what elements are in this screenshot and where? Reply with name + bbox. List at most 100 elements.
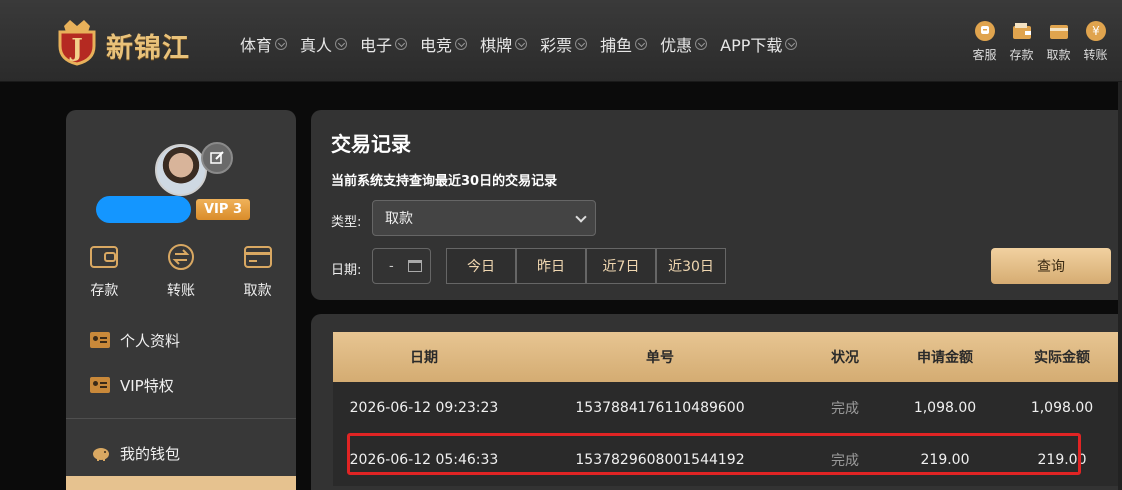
date-range-input[interactable]: -: [372, 248, 431, 284]
nav-item-app-download[interactable]: APP下载: [720, 33, 798, 55]
edit-icon: [210, 151, 224, 164]
withdraw-icon: [1049, 25, 1068, 39]
nav-item-esports[interactable]: 电竞: [420, 33, 468, 55]
sidebar-deposit-button[interactable]: 存款: [66, 242, 143, 300]
deposit-icon: [1012, 23, 1031, 39]
quick-label: 客服: [972, 48, 997, 62]
quick-actions: 客服 存款 取款 ¥ 转账: [966, 20, 1114, 63]
sidebar-withdraw-button[interactable]: 取款: [219, 242, 296, 300]
sidebar-item-label: VIP特权: [120, 376, 174, 395]
nav-label: 真人: [300, 36, 333, 55]
transfer-icon: [168, 244, 194, 270]
chevron-down-icon: [335, 38, 348, 50]
chevron-down-icon: [785, 38, 798, 50]
range-today-button[interactable]: 今日: [446, 248, 516, 284]
sidebar-divider: [66, 418, 296, 419]
customer-service-icon: [974, 21, 995, 41]
range-30days-button[interactable]: 近30日: [656, 248, 726, 284]
piggy-bank-icon: [93, 448, 109, 461]
logo-text: 新锦江: [106, 33, 190, 64]
top-bar: J 新锦江 体育 真人 电子 电竞 棋牌 彩票 捕鱼 优惠 APP下载 客服 存…: [0, 0, 1122, 82]
nav-label: 电竞: [420, 36, 453, 55]
type-label: 类型:: [331, 215, 362, 230]
svg-text:J: J: [69, 33, 82, 62]
nav-item-lottery[interactable]: 彩票: [540, 33, 588, 55]
id-card-icon: [90, 332, 110, 348]
nav-item-sports[interactable]: 体育: [240, 33, 288, 55]
chevron-down-icon: [695, 38, 708, 50]
range-yesterday-button[interactable]: 昨日: [516, 248, 586, 284]
row-highlight-box: [347, 433, 1081, 475]
nav-item-cards[interactable]: 棋牌: [480, 33, 528, 55]
chevron-down-icon: [515, 38, 528, 50]
type-select-value: 取款: [385, 211, 413, 227]
nav-item-live[interactable]: 真人: [300, 33, 348, 55]
sidebar-item-label: 个人资料: [120, 331, 181, 350]
shortcut-label: 取款: [243, 283, 272, 299]
date-range-value: -: [389, 258, 394, 274]
column-header-order: 单号: [646, 350, 674, 366]
site-logo[interactable]: J 新锦江: [52, 14, 222, 70]
chevron-down-icon: [635, 38, 648, 50]
quick-withdraw[interactable]: 取款: [1040, 20, 1077, 63]
sidebar-item-wallet[interactable]: 我的钱包: [90, 441, 180, 465]
sidebar-item-vip[interactable]: VIP特权: [90, 373, 174, 397]
quick-label: 存款: [1009, 48, 1034, 62]
main-nav: 体育 真人 电子 电竞 棋牌 彩票 捕鱼 优惠 APP下载: [240, 33, 810, 55]
nav-label: 棋牌: [480, 36, 513, 55]
sidebar-transfer-button[interactable]: 转账: [143, 242, 220, 300]
table-header: 日期 单号 状况 申请金额 实际金额: [333, 332, 1119, 382]
edit-profile-button[interactable]: [201, 142, 233, 174]
wallet-shortcuts: 存款 转账 取款: [66, 242, 296, 300]
column-header-date: 日期: [410, 350, 438, 366]
sidebar-active-indicator: [66, 476, 296, 490]
cell-date: 2026-06-12 09:23:23: [349, 400, 499, 416]
column-header-requested: 申请金额: [917, 350, 973, 366]
shortcut-label: 存款: [90, 283, 119, 299]
quick-range-buttons: 今日 昨日 近7日 近30日: [446, 248, 726, 284]
cell-actual: 1,098.00: [1030, 400, 1094, 416]
quick-transfer[interactable]: ¥ 转账: [1077, 20, 1114, 63]
id-card-icon: [90, 377, 110, 393]
quick-label: 转账: [1083, 48, 1108, 62]
transfer-icon: ¥: [1085, 21, 1106, 41]
table-row[interactable]: 2026-06-12 09:23:23 1537884176110489600 …: [333, 382, 1119, 434]
nav-item-promotions[interactable]: 优惠: [660, 33, 708, 55]
calendar-icon: [408, 260, 422, 272]
date-label: 日期:: [331, 263, 362, 278]
page-scrollbar[interactable]: [1118, 82, 1122, 490]
chevron-down-icon: [395, 38, 408, 50]
transaction-filter-panel: 交易记录 当前系统支持查询最近30日的交易记录 类型: 取款 日期: - 今日 …: [311, 110, 1122, 300]
nav-label: 捕鱼: [600, 36, 633, 55]
chevron-down-icon: [275, 38, 288, 50]
nav-label: APP下载: [720, 36, 783, 55]
page-title: 交易记录: [331, 132, 411, 156]
type-select[interactable]: 取款: [372, 200, 596, 236]
cell-order: 1537884176110489600: [575, 400, 745, 416]
svg-text:¥: ¥: [1092, 24, 1100, 38]
cell-status: 完成: [831, 401, 859, 417]
chevron-down-icon: [575, 211, 587, 223]
cell-requested: 1,098.00: [913, 400, 977, 416]
avatar[interactable]: [155, 144, 207, 196]
nav-item-fishing[interactable]: 捕鱼: [600, 33, 648, 55]
page-subtitle: 当前系统支持查询最近30日的交易记录: [331, 174, 558, 189]
quick-customer-service[interactable]: 客服: [966, 20, 1003, 63]
shortcut-label: 转账: [167, 283, 195, 299]
search-button[interactable]: 查询: [991, 248, 1111, 284]
quick-deposit[interactable]: 存款: [1003, 20, 1040, 63]
chevron-down-icon: [575, 38, 588, 50]
card-icon: [243, 246, 272, 268]
sidebar-item-label: 我的钱包: [120, 444, 181, 463]
quick-label: 取款: [1046, 48, 1071, 62]
range-7days-button[interactable]: 近7日: [586, 248, 656, 284]
column-header-status: 状况: [831, 350, 859, 366]
username-badge: [96, 196, 191, 223]
wallet-icon: [90, 246, 119, 268]
nav-label: 电子: [360, 36, 393, 55]
nav-item-slots[interactable]: 电子: [360, 33, 408, 55]
account-sidebar: VIP 3 存款 转账 取款 个人资料 VIP特权 我的钱包: [66, 110, 296, 490]
column-header-actual: 实际金额: [1034, 350, 1090, 366]
sidebar-item-profile[interactable]: 个人资料: [90, 328, 180, 352]
nav-label: 优惠: [660, 36, 693, 55]
